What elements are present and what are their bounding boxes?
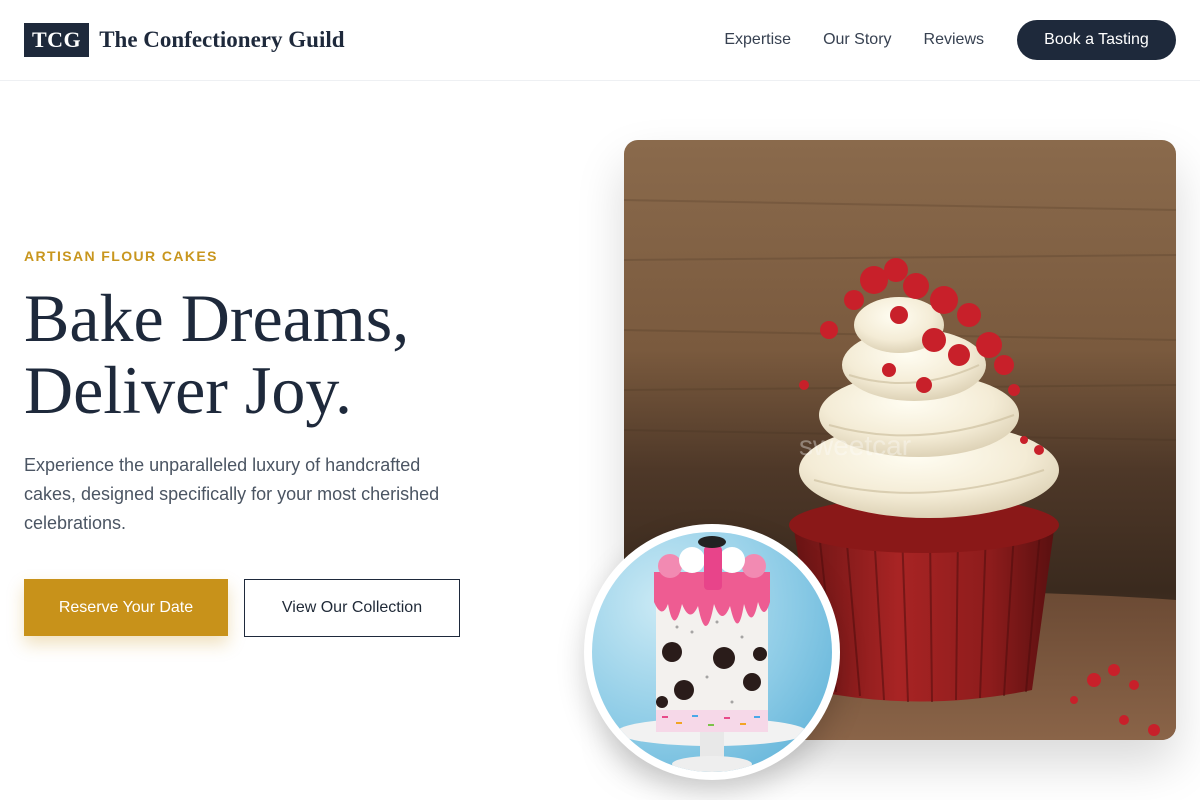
main-nav: Expertise Our Story Reviews Book a Tasti… <box>724 20 1176 60</box>
view-collection-button[interactable]: View Our Collection <box>244 579 460 637</box>
hero-headline: Bake Dreams, Deliver Joy. <box>24 282 409 426</box>
hero-description: Experience the unparalleled luxury of ha… <box>24 455 440 533</box>
image-watermark: sweetcar <box>799 430 911 461</box>
nav-link-our-story[interactable]: Our Story <box>823 31 891 49</box>
brand-name: The Confectionery Guild <box>99 27 345 52</box>
brand-logo[interactable]: TCG The Confectionery Guild <box>24 23 345 57</box>
book-tasting-button[interactable]: Book a Tasting <box>1017 20 1176 60</box>
headline-line-2: Deliver Joy. <box>24 352 352 428</box>
site-header: TCG The Confectionery Guild Expertise Ou… <box>0 0 1200 81</box>
nav-link-expertise[interactable]: Expertise <box>724 31 791 49</box>
nav-link-reviews[interactable]: Reviews <box>924 31 984 49</box>
reserve-date-button[interactable]: Reserve Your Date <box>24 579 228 636</box>
drip-cake-image <box>584 524 840 780</box>
headline-line-1: Bake Dreams, <box>24 280 410 356</box>
logo-mark: TCG <box>24 23 90 57</box>
hero-eyebrow: ARTISAN FLOUR CAKES <box>24 248 218 264</box>
